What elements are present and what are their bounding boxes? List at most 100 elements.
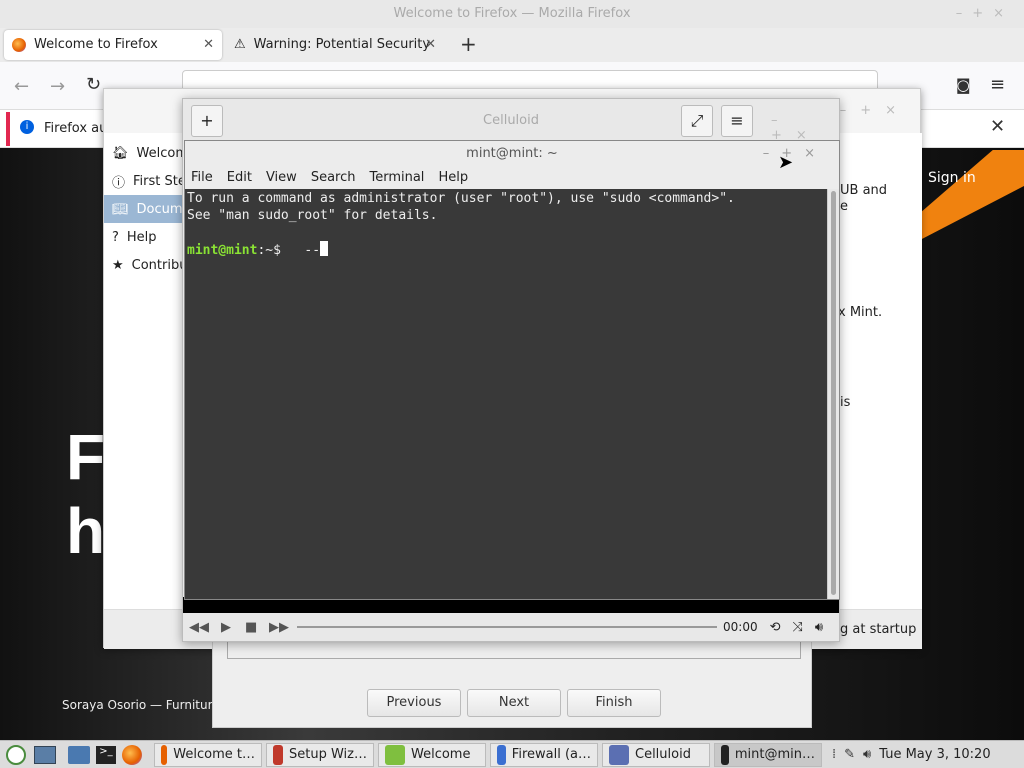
fullscreen-button[interactable]: ⤢ bbox=[681, 105, 713, 137]
loop-icon[interactable]: ⟲ bbox=[770, 620, 781, 635]
notification-text: Firefox au bbox=[44, 121, 108, 136]
terminal-launcher-icon[interactable]: >_ bbox=[96, 745, 116, 764]
menu-file[interactable]: File bbox=[191, 167, 213, 189]
photo-credit: Soraya Osorio — Furniture c bbox=[62, 698, 231, 712]
scrollbar-thumb[interactable] bbox=[831, 191, 836, 595]
tab-close-icon[interactable]: ✕ bbox=[203, 30, 214, 60]
tab-close-icon[interactable]: ✕ bbox=[425, 30, 436, 60]
tab-security-warning[interactable]: ⚠ Warning: Potential Security ✕ bbox=[226, 30, 444, 60]
firefox-window-title: Welcome to Firefox — Mozilla Firefox bbox=[393, 6, 631, 21]
show-desktop-icon[interactable] bbox=[34, 745, 56, 764]
finish-button[interactable]: Finish bbox=[567, 689, 661, 717]
sidebar-item-label: Help bbox=[126, 229, 157, 245]
celluloid-header: + Celluloid ⤢ ≡ –+× bbox=[183, 99, 839, 143]
terminal-line: See "man sudo_root" for details. bbox=[187, 208, 438, 223]
terminal-title: mint@mint: ~ bbox=[466, 146, 558, 161]
sidebar-item-label: Contribute bbox=[131, 257, 186, 273]
sidebar-item-label: First Steps bbox=[133, 173, 186, 189]
rewind-icon[interactable]: ◀◀ bbox=[189, 620, 213, 635]
tab-welcome-firefox[interactable]: Welcome to Firefox ✕ bbox=[4, 30, 222, 60]
help-icon: ? bbox=[112, 229, 119, 245]
star-icon: ★ bbox=[112, 257, 124, 273]
terminal-titlebar: mint@mint: ~ –+× bbox=[185, 141, 839, 167]
warning-icon: ⚠ bbox=[234, 37, 246, 52]
content-text: is bbox=[840, 395, 851, 410]
sidebar-item-documentation[interactable]: 📖︎ Documentation bbox=[104, 195, 186, 223]
prompt-path: :~$ bbox=[257, 243, 281, 258]
celluloid-icon bbox=[609, 744, 629, 765]
taskbar-item-celluloid[interactable]: Celluloid bbox=[602, 742, 710, 767]
window-controls[interactable]: –+× bbox=[956, 0, 1014, 28]
menu-edit[interactable]: Edit bbox=[227, 167, 252, 189]
volume-tray-icon[interactable]: 🔊︎ bbox=[863, 747, 871, 762]
forward-icon[interactable]: → bbox=[50, 76, 65, 97]
menu-button[interactable]: ≡ bbox=[721, 105, 753, 137]
taskbar-item-setup-wizard[interactable]: Setup Wiz… bbox=[266, 742, 374, 767]
tab-label: Warning: Potential Security bbox=[253, 37, 431, 52]
sidebar-item-first-steps[interactable]: ⓘ First Steps bbox=[104, 167, 186, 195]
close-notification-icon[interactable]: ✕ bbox=[990, 116, 1005, 137]
terminal-line: To run a command as administrator (user … bbox=[187, 191, 735, 206]
taskbar: >_ Welcome t… Setup Wiz… Welcome Firewal… bbox=[0, 740, 1024, 768]
taskbar-item-terminal[interactable]: mint@min… bbox=[714, 742, 822, 767]
content-text: e bbox=[840, 199, 848, 214]
time-display: 00:00 bbox=[723, 620, 758, 634]
next-button[interactable]: Next bbox=[467, 689, 561, 717]
tab-label: Welcome to Firefox bbox=[34, 37, 158, 52]
content-text: UB and bbox=[840, 183, 888, 198]
welcome-content: UB and e x Mint. is bbox=[830, 133, 922, 613]
welcome-sidebar: 🏠︎ Welcome ⓘ First Steps 📖︎ Documentation ?… bbox=[104, 133, 186, 609]
firefox-icon bbox=[12, 38, 26, 52]
previous-button[interactable]: Previous bbox=[367, 689, 461, 717]
menu-icon[interactable]: ≡ bbox=[990, 74, 1005, 95]
window-controls[interactable]: –+× bbox=[840, 103, 910, 118]
terminal-output[interactable]: To run a command as administrator (user … bbox=[185, 189, 825, 599]
taskbar-item-welcome[interactable]: Welcome bbox=[378, 742, 486, 767]
window-controls[interactable]: –+× bbox=[763, 141, 827, 167]
files-icon[interactable] bbox=[68, 745, 90, 764]
firefox-titlebar: Welcome to Firefox — Mozilla Firefox –+× bbox=[0, 0, 1024, 28]
settings-tool-icon[interactable]: ✎ bbox=[844, 747, 855, 762]
terminal-menubar: File Edit View Search Terminal Help bbox=[185, 167, 839, 189]
sidebar-item-welcome[interactable]: 🏠︎ Welcome bbox=[104, 139, 186, 167]
window-controls[interactable]: –+× bbox=[771, 113, 839, 143]
sidebar-item-label: Welcome bbox=[136, 145, 186, 161]
volume-icon[interactable]: 🔊︎ bbox=[815, 620, 823, 635]
play-icon[interactable]: ▶ bbox=[221, 620, 241, 635]
shuffle-icon[interactable]: ⤨ bbox=[793, 620, 803, 635]
terminal-scrollbar[interactable] bbox=[827, 189, 839, 599]
mint-menu-icon[interactable] bbox=[6, 744, 26, 765]
setup-wizard-window: Previous Next Finish bbox=[212, 640, 812, 728]
firewall-icon bbox=[497, 744, 506, 765]
clock[interactable]: Tue May 3, 10:20 bbox=[879, 747, 990, 762]
fast-forward-icon[interactable]: ▶▶ bbox=[269, 620, 293, 635]
sign-in-link[interactable]: Sign in bbox=[928, 170, 976, 186]
menu-help[interactable]: Help bbox=[438, 167, 468, 189]
pocket-icon[interactable]: ◙ bbox=[956, 76, 971, 94]
reload-icon[interactable]: ↻ bbox=[86, 74, 101, 95]
back-icon[interactable]: ← bbox=[14, 76, 29, 97]
network-icon[interactable]: ⁞ bbox=[832, 747, 836, 762]
show-at-startup-label[interactable]: g at startup bbox=[840, 622, 916, 637]
notification-accent bbox=[6, 112, 10, 146]
firefox-icon bbox=[161, 744, 168, 765]
menu-search[interactable]: Search bbox=[311, 167, 356, 189]
mint-icon bbox=[385, 744, 405, 765]
seek-bar[interactable] bbox=[297, 626, 717, 628]
firefox-launcher-icon[interactable] bbox=[122, 744, 142, 765]
sidebar-item-contribute[interactable]: ★ Contribute bbox=[104, 251, 186, 279]
menu-terminal[interactable]: Terminal bbox=[369, 167, 424, 189]
terminal-icon bbox=[721, 744, 729, 765]
book-icon: 📖︎ bbox=[112, 201, 129, 217]
new-tab-button[interactable]: + bbox=[460, 32, 477, 56]
taskbar-item-firewall[interactable]: Firewall (a… bbox=[490, 742, 598, 767]
tab-strip: Welcome to Firefox ✕ ⚠ Warning: Potentia… bbox=[0, 28, 1024, 62]
stop-icon[interactable]: ■ bbox=[245, 620, 265, 635]
sidebar-item-help[interactable]: ? Help bbox=[104, 223, 186, 251]
taskbar-item-firefox[interactable]: Welcome t… bbox=[154, 742, 262, 767]
info-icon: i bbox=[20, 120, 34, 134]
sidebar-item-label: Documentation bbox=[136, 201, 186, 217]
typed-input: -- bbox=[280, 243, 321, 258]
content-text: x Mint. bbox=[838, 305, 883, 320]
menu-view[interactable]: View bbox=[266, 167, 297, 189]
